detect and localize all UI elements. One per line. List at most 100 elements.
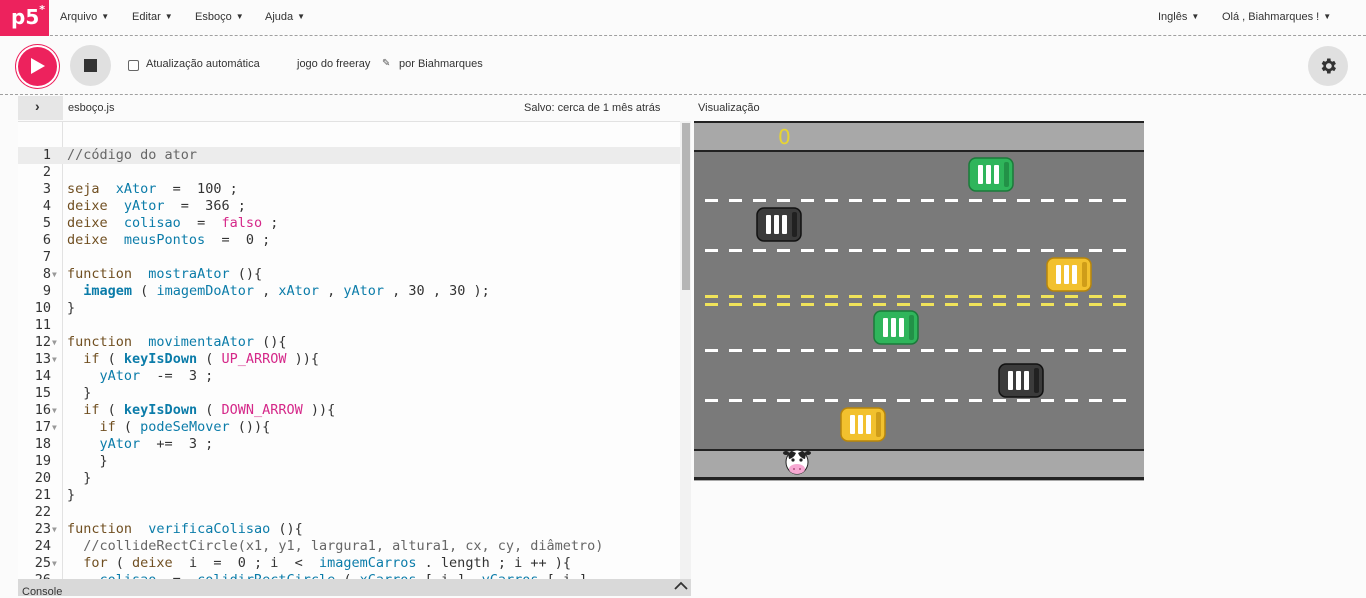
game-preview-canvas[interactable]: 0 <box>694 121 1144 481</box>
lane-dash <box>777 295 790 298</box>
code-line[interactable]: 5 deixe colisao = falso ; <box>18 215 691 232</box>
lane-dash <box>921 349 934 352</box>
console-bar[interactable]: Console <box>18 579 691 598</box>
fold-arrow-icon[interactable]: ▼ <box>52 521 57 538</box>
lane-dash <box>873 303 886 306</box>
lane-dash <box>801 349 814 352</box>
lane-dash <box>777 199 790 202</box>
code-text: if ( keyIsDown ( UP_ARROW )){ <box>83 351 320 367</box>
fold-arrow-icon[interactable]: ▼ <box>52 419 57 436</box>
lane-dash <box>945 199 958 202</box>
lane-dash <box>993 199 1006 202</box>
code-line[interactable]: 8 ▼ function mostraAtor (){ <box>18 266 691 283</box>
logo-star: * <box>39 3 45 17</box>
line-number: 3 <box>42 181 51 197</box>
code-line[interactable]: 4 deixe yAtor = 366 ; <box>18 198 691 215</box>
code-line[interactable]: 18 yAtor += 3 ; <box>18 436 691 453</box>
lane-dash <box>801 295 814 298</box>
code-line[interactable]: 2 <box>18 164 691 181</box>
chevron-down-icon: ▼ <box>164 12 173 21</box>
code-line[interactable]: 24 //collideRectCircle(x1, y1, largura1,… <box>18 538 691 555</box>
pencil-icon[interactable]: ✎ <box>382 58 390 69</box>
lane-dash <box>825 349 838 352</box>
code-text: yAtor -= 3 ; <box>99 368 214 384</box>
code-text: function mostraAtor (){ <box>67 266 263 282</box>
editor-scrollbar-thumb[interactable] <box>682 123 690 290</box>
lane-dash <box>1017 249 1030 252</box>
lane-dash <box>1089 199 1102 202</box>
line-number: 23 <box>34 521 51 537</box>
code-line[interactable]: 3 seja xAtor = 100 ; <box>18 181 691 198</box>
user-menu[interactable]: Olá , Biahmarques ! ▼ <box>1222 11 1331 23</box>
menu-file[interactable]: Arquivo ▼ <box>60 11 109 23</box>
lane-dash <box>705 303 718 306</box>
line-number: 4 <box>42 198 51 214</box>
lane-dash <box>849 295 862 298</box>
stop-button[interactable] <box>70 45 111 86</box>
menu-help[interactable]: Ajuda ▼ <box>265 11 305 23</box>
code-line[interactable]: 10} <box>18 300 691 317</box>
code-line[interactable]: 20 } <box>18 470 691 487</box>
lane-dash <box>729 349 742 352</box>
menu-edit[interactable]: Editar ▼ <box>132 11 173 23</box>
code-line[interactable]: 7 <box>18 249 691 266</box>
auto-refresh-checkbox[interactable] <box>128 60 139 71</box>
line-number: 1 <box>42 147 51 163</box>
lane-dash <box>945 349 958 352</box>
code-line[interactable]: 1 //código do ator <box>18 147 691 164</box>
lane-dash <box>969 349 982 352</box>
code-line[interactable]: 11 <box>18 317 691 334</box>
code-line[interactable]: 12 ▼ function movimentaAtor (){ <box>18 334 691 351</box>
code-line[interactable]: 15 } <box>18 385 691 402</box>
toolbar: Atualização automática jogo do freeray ✎… <box>0 37 1366 95</box>
code-text: seja xAtor = 100 ; <box>67 181 238 197</box>
chevron-right-icon: › <box>35 98 40 114</box>
code-line[interactable]: 22 <box>18 504 691 521</box>
play-button[interactable] <box>16 45 59 88</box>
lane-dash <box>729 249 742 252</box>
settings-button[interactable] <box>1308 46 1348 86</box>
user-greeting: Olá , Biahmarques ! <box>1222 11 1320 23</box>
code-text: imagem ( imagemDoAtor , xAtor , yAtor , … <box>83 283 490 299</box>
code-line[interactable]: 16 ▼ if ( keyIsDown ( DOWN_ARROW )){ <box>18 402 691 419</box>
lane-dash <box>801 199 814 202</box>
lane-dash <box>993 303 1006 306</box>
lane-dash <box>1041 399 1054 402</box>
code-line[interactable]: 19 } <box>18 453 691 470</box>
chevron-up-icon[interactable] <box>674 581 688 591</box>
lane-dash <box>777 303 790 306</box>
lane-dash <box>1065 295 1078 298</box>
fold-arrow-icon[interactable]: ▼ <box>52 266 57 283</box>
chevron-down-icon: ▼ <box>101 12 110 21</box>
car <box>968 157 1014 192</box>
car <box>840 407 886 442</box>
sidebar-toggle[interactable]: › <box>18 96 63 120</box>
menu-sketch[interactable]: Esboço ▼ <box>195 11 244 23</box>
lane-dash <box>921 303 934 306</box>
lane-dash <box>1017 295 1030 298</box>
fold-arrow-icon[interactable]: ▼ <box>52 402 57 419</box>
fold-arrow-icon[interactable]: ▼ <box>52 351 57 368</box>
code-line[interactable]: 13 ▼ if ( keyIsDown ( UP_ARROW )){ <box>18 351 691 368</box>
project-name[interactable]: jogo do freeray <box>297 58 370 70</box>
code-text: for ( deixe i = 0 ; i < imagemCarros . l… <box>83 555 571 571</box>
p5-logo[interactable]: p5* <box>0 0 49 36</box>
lane-dash <box>1065 303 1078 306</box>
code-line[interactable]: 26 colisao = colidirRectCircle ( xCarros… <box>18 572 691 579</box>
code-line[interactable]: 23 ▼ function verificaColisao (){ <box>18 521 691 538</box>
code-line[interactable]: 6 deixe meusPontos = 0 ; <box>18 232 691 249</box>
code-text: deixe yAtor = 366 ; <box>67 198 246 214</box>
lane-dash <box>1113 349 1126 352</box>
code-line[interactable]: 9 imagem ( imagemDoAtor , xAtor , yAtor … <box>18 283 691 300</box>
fold-arrow-icon[interactable]: ▼ <box>52 334 57 351</box>
code-line[interactable]: 25 ▼ for ( deixe i = 0 ; i < imagemCarros… <box>18 555 691 572</box>
code-text: } <box>67 470 92 486</box>
lane-dash <box>753 249 766 252</box>
fold-arrow-icon[interactable]: ▼ <box>52 555 57 572</box>
code-line[interactable]: 21} <box>18 487 691 504</box>
language-menu[interactable]: Inglês ▼ <box>1158 11 1199 23</box>
code-editor[interactable]: 1 //código do ator 2 3 seja xAtor = 100 ; 4 de… <box>18 121 691 579</box>
car <box>1046 257 1092 292</box>
code-line[interactable]: 14 yAtor -= 3 ; <box>18 368 691 385</box>
code-line[interactable]: 17 ▼ if ( podeSeMover ()){ <box>18 419 691 436</box>
